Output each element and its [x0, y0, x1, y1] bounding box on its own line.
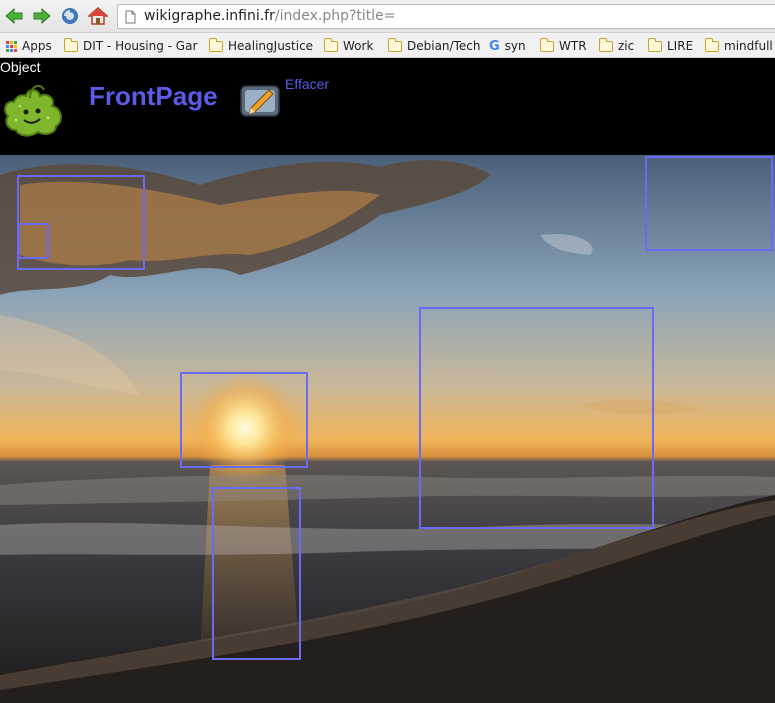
annotation-region[interactable]: [419, 307, 654, 529]
url-host: wikigraphe.infini.fr: [144, 8, 275, 24]
bookmark-work[interactable]: Work: [323, 37, 374, 54]
bookmark-label: WTR: [559, 38, 587, 53]
page-content: Object FrontPage Effacer: [0, 59, 775, 703]
browser-toolbar: wikigraphe.infini.fr/index.php?title=: [0, 0, 775, 33]
folder-icon: [647, 37, 662, 52]
back-icon[interactable]: [4, 6, 24, 26]
url-path: /index.php?title=: [274, 8, 396, 24]
home-icon[interactable]: [88, 6, 108, 26]
reload-icon[interactable]: [60, 6, 80, 26]
bookmark-label: Debian/Tech: [407, 38, 481, 53]
bookmark-label: syn: [504, 38, 526, 53]
bookmark-syn[interactable]: G syn: [489, 38, 526, 54]
folder-icon: [598, 37, 613, 52]
bookmark-label: Apps: [22, 38, 52, 53]
green-creature-logo[interactable]: [0, 76, 66, 138]
bookmark-apps[interactable]: Apps: [6, 38, 52, 54]
bookmark-label: mindfull: [724, 38, 773, 53]
apps-icon: [6, 40, 17, 52]
google-icon: G: [489, 38, 500, 54]
annotation-region[interactable]: [180, 372, 308, 468]
bookmark-zic[interactable]: zic: [598, 37, 635, 54]
bookmark-label: DIT - Housing - Gar: [83, 38, 198, 53]
bookmark-debian-tech[interactable]: Debian/Tech: [387, 37, 481, 54]
bookmark-label: zic: [618, 38, 635, 53]
forward-icon[interactable]: [32, 6, 52, 26]
page-title[interactable]: FrontPage: [89, 81, 218, 111]
bookmark-label: HealingJustice: [228, 38, 314, 53]
bookmark-lire[interactable]: LIRE: [647, 37, 694, 54]
folder-icon: [63, 37, 78, 52]
bookmark-dit-housing[interactable]: DIT - Housing - Gar: [63, 37, 198, 54]
folder-icon: [704, 37, 719, 52]
bookmark-mindfull[interactable]: mindfull: [704, 37, 773, 54]
folder-icon: [323, 37, 338, 52]
bookmark-label: Work: [343, 38, 374, 53]
edit-icon[interactable]: [239, 82, 283, 118]
annotation-region[interactable]: [212, 487, 301, 660]
bookmarks-bar: Apps DIT - Housing - Gar HealingJustice …: [0, 33, 775, 58]
bookmark-wtr[interactable]: WTR: [539, 37, 587, 54]
bookmark-label: LIRE: [667, 38, 694, 53]
erase-link[interactable]: Effacer: [285, 76, 329, 92]
annotation-region[interactable]: [645, 156, 773, 251]
object-label: Object: [0, 59, 41, 75]
folder-icon: [208, 37, 223, 52]
sunset-beach-photo: [0, 155, 775, 703]
address-bar[interactable]: wikigraphe.infini.fr/index.php?title=: [117, 4, 775, 29]
folder-icon: [539, 37, 554, 52]
bookmark-healingjustice[interactable]: HealingJustice: [208, 37, 314, 54]
page-icon: [125, 9, 136, 28]
annotation-region[interactable]: [18, 223, 49, 259]
folder-icon: [387, 37, 402, 52]
